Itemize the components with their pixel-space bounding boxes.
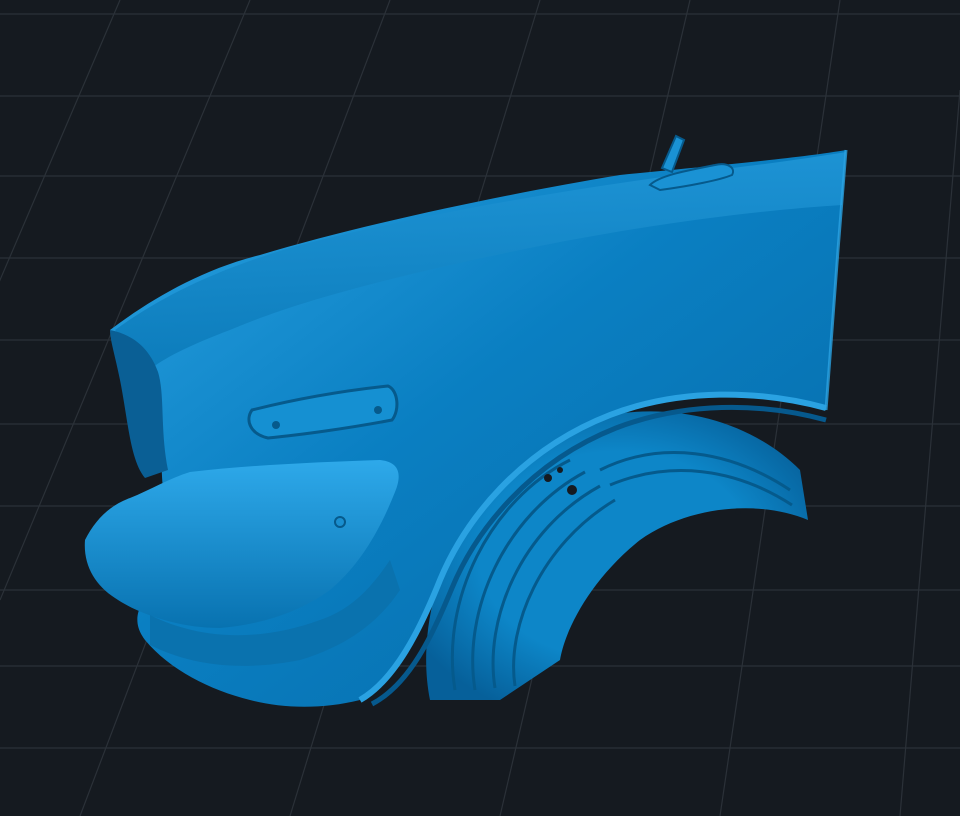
bumper-bolt [334, 516, 346, 528]
grid-line [899, 89, 960, 816]
viewport-canvas[interactable] [0, 0, 960, 816]
car-fender-model[interactable] [84, 134, 848, 707]
3d-viewport[interactable] [0, 0, 960, 816]
grid-line [0, 0, 121, 282]
